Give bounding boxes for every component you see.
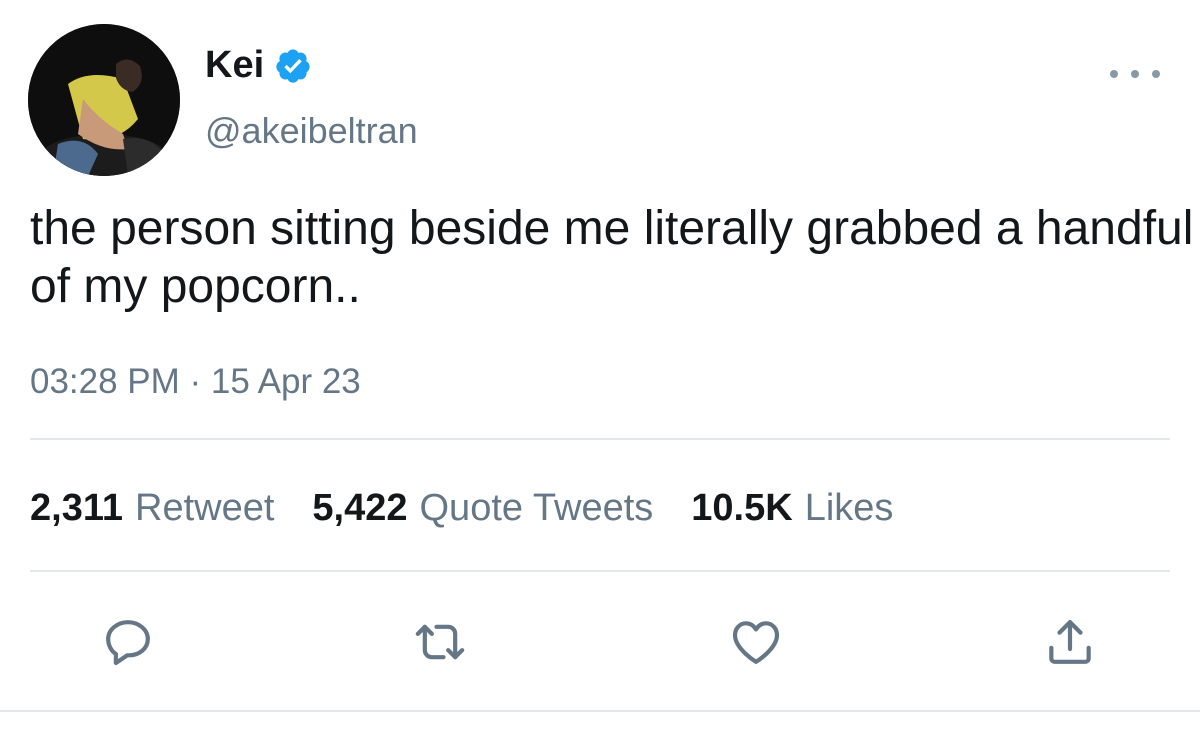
avatar[interactable] <box>28 24 180 176</box>
retweets-stat[interactable]: 2,311 Retweet <box>30 487 274 530</box>
likes-label: Likes <box>804 487 894 529</box>
reply-button[interactable] <box>98 612 158 672</box>
tweet-card: Kei @akeibeltran the person sitting besi… <box>0 0 1200 730</box>
tweet-timestamp[interactable]: 03:28 PM · 15 Apr 23 <box>30 362 361 402</box>
more-icon[interactable] <box>1110 62 1160 86</box>
retweet-button[interactable] <box>410 612 470 672</box>
tweet-text: the person sitting beside me literally g… <box>30 202 1194 313</box>
retweets-label: Retweet <box>135 487 275 529</box>
retweet-icon <box>415 624 465 660</box>
divider <box>30 570 1170 572</box>
engagement-stats: 2,311 Retweet 5,422 Quote Tweets 10.5K L… <box>30 487 931 530</box>
reply-icon <box>106 620 150 666</box>
author-handle[interactable]: @akeibeltran <box>205 110 418 152</box>
quote-tweets-label: Quote Tweets <box>419 487 654 529</box>
divider <box>0 710 1200 712</box>
share-icon <box>1049 620 1091 664</box>
divider <box>30 438 1170 440</box>
retweets-count: 2,311 <box>30 487 123 529</box>
verified-badge-icon <box>276 48 310 83</box>
more-dot <box>1131 70 1139 78</box>
share-button[interactable] <box>1040 612 1100 672</box>
more-dot <box>1110 70 1118 78</box>
more-dot <box>1152 70 1160 78</box>
likes-count: 10.5K <box>691 487 793 529</box>
like-button[interactable] <box>726 612 786 672</box>
quote-tweets-count: 5,422 <box>312 487 408 529</box>
avatar-photo <box>28 24 180 176</box>
likes-stat[interactable]: 10.5K Likes <box>691 487 893 530</box>
author-display-name[interactable]: Kei <box>205 44 264 87</box>
heart-icon <box>732 621 780 664</box>
author-name-row: Kei <box>205 44 312 87</box>
quote-tweets-stat[interactable]: 5,422 Quote Tweets <box>312 487 653 530</box>
